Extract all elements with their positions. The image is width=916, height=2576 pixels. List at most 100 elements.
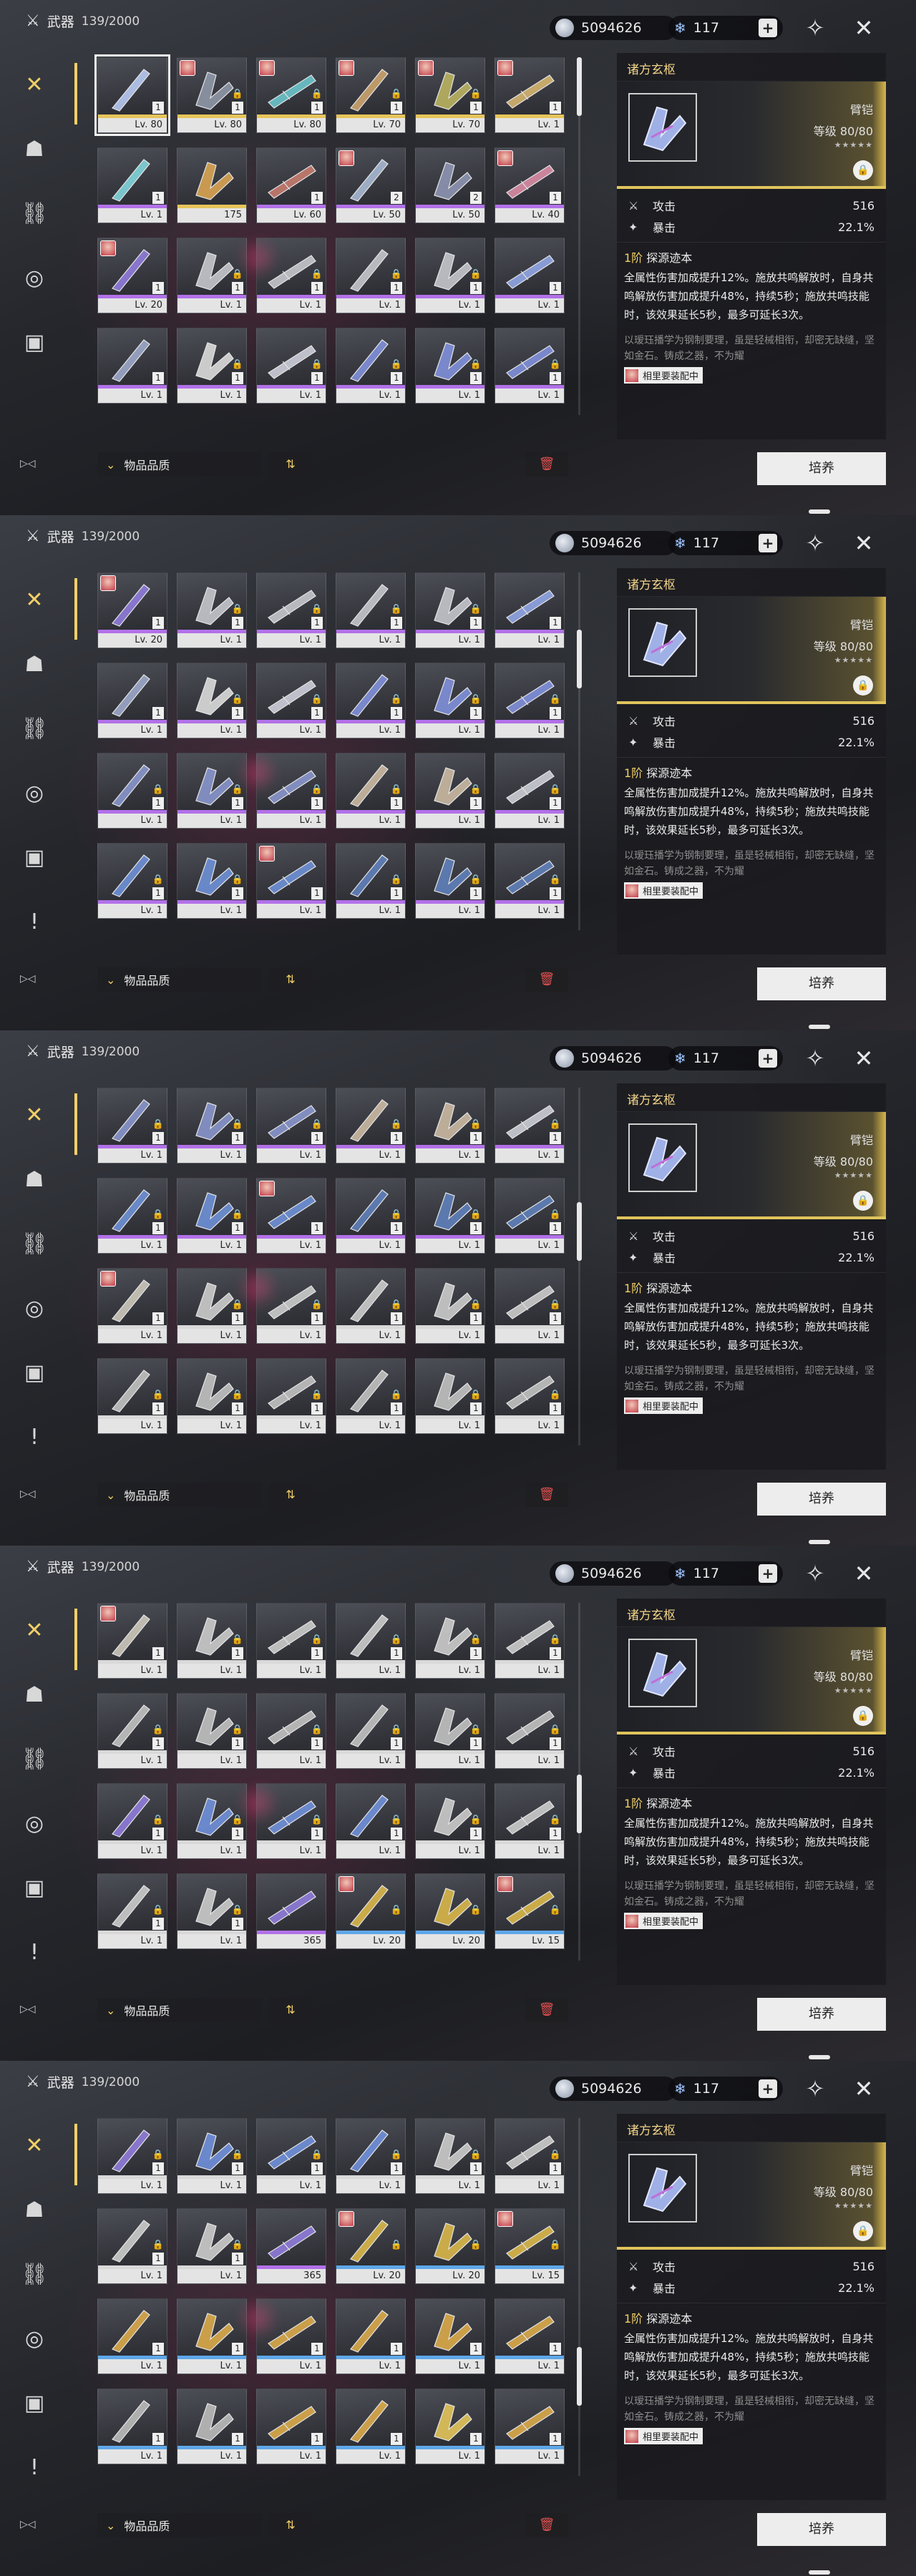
weapon-card[interactable]: 🔒 1 Lv. 1 bbox=[97, 843, 167, 919]
weapon-card[interactable]: 🔒 1 Lv. 1 bbox=[336, 1783, 406, 1859]
weapon-card[interactable]: 🔒 1 Lv. 1 bbox=[336, 1693, 406, 1769]
sidebar-item-link[interactable]: ⛓ bbox=[14, 1224, 54, 1264]
weapon-card[interactable]: 🔒 1 Lv. 1 bbox=[415, 753, 485, 829]
weapon-card[interactable]: 1 Lv. 1 bbox=[494, 572, 565, 648]
weapon-card[interactable]: 🔒 1 Lv. 1 bbox=[97, 1178, 167, 1254]
sidebar-item-crossed-swords[interactable]: ✕ bbox=[14, 64, 54, 104]
lock-toggle[interactable]: 🔒 bbox=[853, 675, 873, 696]
weapon-card[interactable]: 🔒 1 Lv. 1 bbox=[494, 663, 565, 738]
weapon-card[interactable]: 🔒 1 Lv. 1 bbox=[97, 2118, 167, 2194]
cultivate-button[interactable]: 培养 bbox=[757, 1998, 886, 2031]
astrite-counter[interactable]: ❄ 117 + bbox=[668, 531, 783, 555]
weapon-card[interactable]: 🔒 1 Lv. 1 bbox=[177, 572, 247, 648]
weapon-card[interactable]: 🔒 1 Lv. 1 bbox=[256, 1783, 326, 1859]
close-button[interactable]: ✕ bbox=[850, 14, 877, 42]
weapon-card[interactable]: 🔒 1 Lv. 1 bbox=[494, 1178, 565, 1254]
sidebar-item-echo-mask[interactable]: ☗ bbox=[14, 644, 54, 684]
sort-dropdown[interactable]: ⌄ 物品品质 bbox=[97, 967, 262, 992]
weapon-card[interactable]: 🔒 1 Lv. 1 bbox=[256, 2118, 326, 2194]
weapon-card[interactable]: 1 Lv. 40 bbox=[494, 147, 565, 223]
weapon-card[interactable]: 🔒 1 Lv. 1 bbox=[177, 663, 247, 738]
compass-button[interactable]: ✧ bbox=[802, 2075, 829, 2102]
sidebar-item-alert[interactable]: ! bbox=[14, 1417, 54, 1457]
weapon-card[interactable]: 1 Lv. 1 bbox=[336, 2389, 406, 2464]
sidebar-item-link[interactable]: ⛓ bbox=[14, 1739, 54, 1779]
sidebar-collapse-toggle[interactable]: ▷◁ bbox=[20, 973, 36, 985]
weapon-card[interactable]: 🔒 1 Lv. 1 bbox=[415, 663, 485, 738]
weapon-card[interactable]: 1 Lv. 1 bbox=[256, 2298, 326, 2374]
sidebar-item-crossed-swords[interactable]: ✕ bbox=[14, 2125, 54, 2165]
weapon-card[interactable]: 🔒 1 Lv. 1 bbox=[256, 1088, 326, 1163]
sort-dropdown[interactable]: ⌄ 物品品质 bbox=[97, 1998, 262, 2022]
weapon-card[interactable]: 1 Lv. 1 bbox=[494, 57, 565, 133]
weapon-card[interactable]: 🔒 1 Lv. 1 bbox=[415, 1603, 485, 1679]
weapon-card[interactable]: 🔒 1 Lv. 1 bbox=[97, 1088, 167, 1163]
weapon-card[interactable]: 1 Lv. 1 bbox=[97, 663, 167, 738]
sidebar-item-crossed-swords[interactable]: ✕ bbox=[14, 580, 54, 620]
weapon-card[interactable]: 🔒 1 Lv. 1 bbox=[494, 1603, 565, 1679]
weapon-card[interactable]: 🔒 Lv. 20 bbox=[415, 1873, 485, 1949]
shell-credit-counter[interactable]: 5094626 bbox=[550, 1046, 677, 1070]
weapon-card[interactable]: 🔒 1 Lv. 1 bbox=[415, 843, 485, 919]
close-button[interactable]: ✕ bbox=[850, 2075, 877, 2102]
weapon-card[interactable]: 🔒 1 Lv. 1 bbox=[415, 1783, 485, 1859]
sidebar-item-alert[interactable]: ! bbox=[14, 1932, 54, 1972]
sidebar-item-target[interactable]: ◎ bbox=[14, 2318, 54, 2358]
lock-toggle[interactable]: 🔒 bbox=[853, 1706, 873, 1726]
sidebar-item-target[interactable]: ◎ bbox=[14, 258, 54, 298]
weapon-card[interactable]: 1 Lv. 1 bbox=[97, 2389, 167, 2464]
weapon-card[interactable]: 365 bbox=[256, 2208, 326, 2284]
weapon-card[interactable]: 🔒 1 Lv. 1 bbox=[336, 238, 406, 313]
weapon-card[interactable]: 🔒 1 Lv. 1 bbox=[256, 572, 326, 648]
weapon-card[interactable]: 🔒 1 Lv. 1 bbox=[336, 1358, 406, 1434]
weapon-card[interactable]: 🔒 1 Lv. 1 bbox=[177, 1873, 247, 1949]
cultivate-button[interactable]: 培养 bbox=[757, 1483, 886, 1516]
weapon-card[interactable]: 1 Lv. 1 bbox=[336, 2298, 406, 2374]
weapon-card[interactable]: 🔒 1 Lv. 1 bbox=[336, 1268, 406, 1344]
sidebar-collapse-toggle[interactable]: ▷◁ bbox=[20, 1488, 36, 1500]
cultivate-button[interactable]: 培养 bbox=[757, 967, 886, 1000]
weapon-card[interactable]: 🔒 1 Lv. 1 bbox=[415, 1178, 485, 1254]
weapon-card[interactable]: 1 Lv. 1 bbox=[415, 2298, 485, 2374]
weapon-card[interactable]: 🔒 1 Lv. 1 bbox=[494, 1088, 565, 1163]
add-astrite-button[interactable]: + bbox=[759, 19, 777, 37]
weapon-card[interactable]: 🔒 1 Lv. 1 bbox=[336, 843, 406, 919]
dismantle-button[interactable]: 🗑 bbox=[525, 2513, 568, 2537]
weapon-card[interactable]: 🔒 1 Lv. 1 bbox=[336, 753, 406, 829]
weapon-card[interactable]: 🔒 1 Lv. 1 bbox=[256, 753, 326, 829]
sidebar-item-link[interactable]: ⛓ bbox=[14, 193, 54, 233]
weapon-card[interactable]: 🔒 Lv. 20 bbox=[336, 2208, 406, 2284]
astrite-counter[interactable]: ❄ 117 + bbox=[668, 16, 783, 40]
weapon-card[interactable]: 🔒 1 Lv. 70 bbox=[415, 57, 485, 133]
weapon-card[interactable]: 🔒 1 Lv. 1 bbox=[415, 328, 485, 404]
weapon-card[interactable]: 🔒 1 Lv. 1 bbox=[97, 1693, 167, 1769]
sort-dropdown[interactable]: ⌄ 物品品质 bbox=[97, 1483, 262, 1507]
weapon-card[interactable]: 🔒 1 Lv. 1 bbox=[415, 1268, 485, 1344]
weapon-card[interactable]: 1 Lv. 1 bbox=[415, 2389, 485, 2464]
sidebar-item-crossed-swords[interactable]: ✕ bbox=[14, 1095, 54, 1135]
lock-toggle[interactable]: 🔒 bbox=[853, 160, 873, 180]
weapon-card[interactable]: 🔒 1 Lv. 1 bbox=[336, 328, 406, 404]
sidebar-item-target[interactable]: ◎ bbox=[14, 1803, 54, 1843]
add-astrite-button[interactable]: + bbox=[759, 534, 777, 552]
weapon-card[interactable]: 🔒 1 Lv. 1 bbox=[336, 2118, 406, 2194]
sidebar-item-echo-mask[interactable]: ☗ bbox=[14, 1674, 54, 1714]
weapon-card[interactable]: 1 Lv. 1 bbox=[97, 147, 167, 223]
weapon-card[interactable]: 175 bbox=[177, 147, 247, 223]
weapon-card[interactable]: 1 Lv. 1 bbox=[97, 2298, 167, 2374]
weapon-card[interactable]: 1 Lv. 80 bbox=[94, 54, 170, 136]
shell-credit-counter[interactable]: 5094626 bbox=[550, 531, 677, 555]
grid-scrollbar[interactable] bbox=[578, 2118, 580, 2476]
weapon-card[interactable]: 🔒 1 Lv. 1 bbox=[177, 1358, 247, 1434]
weapon-card[interactable]: 1 Lv. 1 bbox=[177, 2389, 247, 2464]
sidebar-item-devkit[interactable]: ▣ bbox=[14, 2383, 54, 2423]
weapon-card[interactable]: 🔒 1 Lv. 1 bbox=[336, 572, 406, 648]
weapon-card[interactable]: 🔒 1 Lv. 1 bbox=[494, 1268, 565, 1344]
grid-scrollbar-thumb[interactable] bbox=[577, 2347, 582, 2406]
weapon-card[interactable]: 🔒 Lv. 15 bbox=[494, 1873, 565, 1949]
weapon-card[interactable]: 🔒 1 Lv. 1 bbox=[494, 2118, 565, 2194]
sort-order-button[interactable]: ⇅ bbox=[269, 1998, 312, 2022]
weapon-card[interactable]: 🔒 1 Lv. 1 bbox=[97, 1783, 167, 1859]
weapon-card[interactable]: 🔒 1 Lv. 1 bbox=[415, 2118, 485, 2194]
weapon-card[interactable]: 1 Lv. 1 bbox=[97, 1268, 167, 1344]
